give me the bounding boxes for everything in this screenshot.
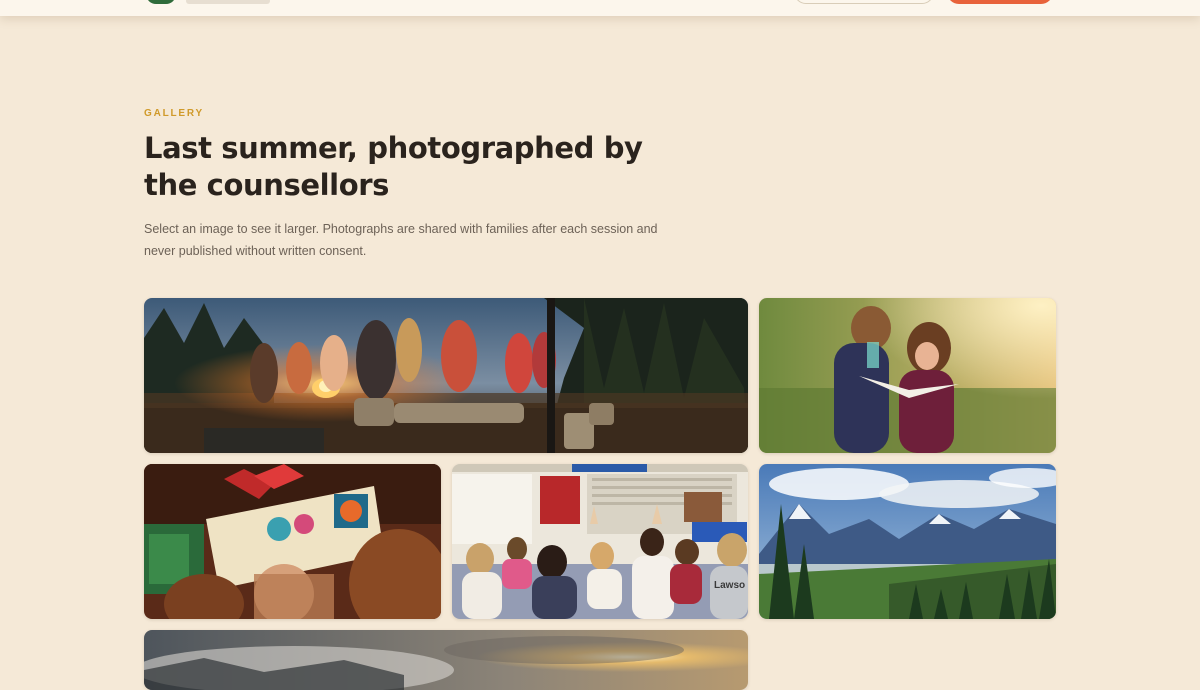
meadow-photo xyxy=(759,298,1056,453)
section-eyebrow: GALLERY xyxy=(144,108,205,119)
sunset-photo xyxy=(144,630,748,690)
gallery-photo-campfire[interactable] xyxy=(144,298,748,453)
primary-cta-button[interactable] xyxy=(947,0,1053,4)
gallery-photo-meadow-reading[interactable] xyxy=(759,298,1056,453)
picture-book-photo xyxy=(144,464,441,619)
leaf-logo-icon[interactable] xyxy=(146,0,176,4)
gallery-photo-classroom[interactable]: Lawso xyxy=(452,464,748,619)
section-description: Select an image to see it larger. Photog… xyxy=(144,222,658,258)
shirt-text: Lawso xyxy=(714,580,745,591)
gallery-photo-sunset[interactable] xyxy=(144,630,748,690)
gallery-photo-picture-book[interactable] xyxy=(144,464,441,619)
secondary-button[interactable] xyxy=(794,0,934,4)
site-header xyxy=(0,0,1200,16)
logo-wordmark[interactable] xyxy=(186,0,270,4)
gallery-photo-mountains[interactable] xyxy=(759,464,1056,619)
mountains-photo xyxy=(759,464,1056,619)
section-title: Last summer, photographed by the counsel… xyxy=(144,131,643,202)
campfire-photo xyxy=(144,298,748,453)
classroom-photo: Lawso xyxy=(452,464,748,619)
